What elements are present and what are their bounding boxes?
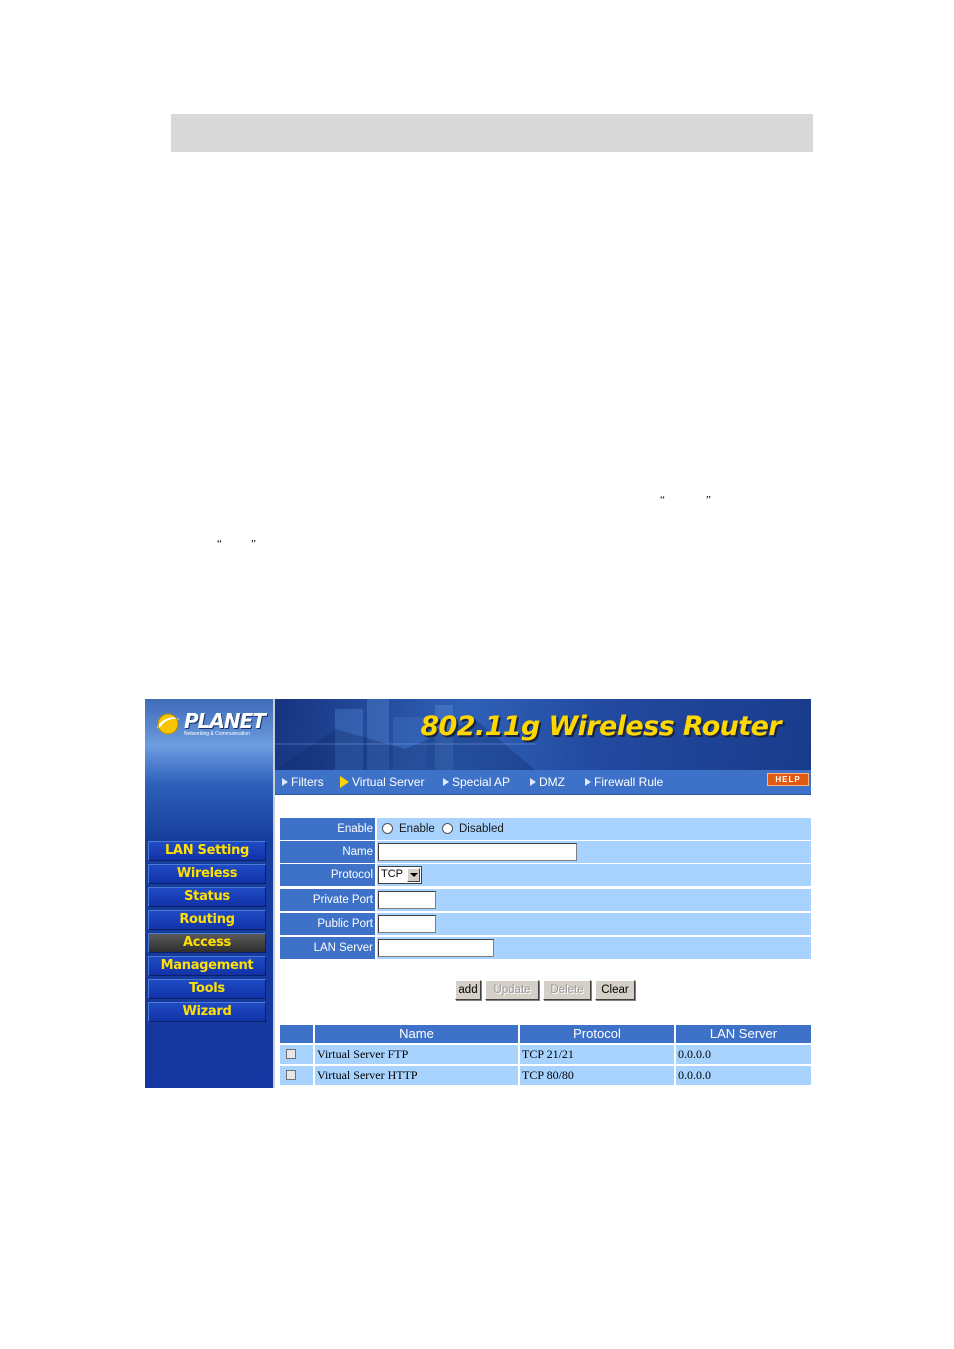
tab-label: Firewall Rule (594, 775, 664, 789)
column-header-protocol: Protocol (520, 1025, 674, 1043)
sidebar-item-lan-setting[interactable]: LAN Setting (148, 841, 266, 861)
sidebar-item-wireless[interactable]: Wireless (148, 864, 266, 884)
open-quote: “ (660, 494, 665, 506)
protocol-select[interactable]: TCP (378, 866, 422, 884)
checkbox-column-header (280, 1025, 313, 1043)
sidebar-item-label: Wireless (176, 866, 238, 881)
tab-dmz[interactable]: DMZ (530, 770, 565, 794)
disabled-radio[interactable] (442, 823, 453, 834)
sidebar-item-routing[interactable]: Routing (148, 910, 266, 930)
cell-lan-server: 0.0.0.0 (676, 1045, 811, 1064)
arrow-right-icon (282, 778, 288, 786)
router-web-ui: PLANET Networking & Communication LAN Se… (145, 699, 811, 1088)
private-port-input[interactable] (378, 891, 436, 909)
sidebar-item-label: Access (183, 935, 231, 950)
sidebar-item-label: LAN Setting (164, 843, 250, 858)
column-header-lan-server: LAN Server (676, 1025, 811, 1043)
sidebar-item-access[interactable]: Access (148, 933, 266, 953)
tab-label: Virtual Server (352, 775, 425, 789)
tab-label: Special AP (452, 775, 511, 789)
lan-server-input[interactable] (378, 939, 494, 957)
product-title: 802.11g Wireless Router (420, 711, 781, 742)
update-button[interactable]: Update (485, 980, 539, 1000)
tab-virtual-server[interactable]: Virtual Server (340, 770, 424, 794)
name-row: Name (280, 841, 811, 863)
enable-radio[interactable] (382, 823, 393, 834)
protocol-selected-value: TCP (381, 868, 403, 880)
public-port-input[interactable] (378, 915, 436, 933)
cell-name: Virtual Server FTP (315, 1045, 518, 1064)
private-port-label: Private Port (280, 889, 375, 911)
enable-row: Enable Enable Disabled (280, 818, 811, 840)
tab-special-ap[interactable]: Special AP (443, 770, 510, 794)
clear-button[interactable]: Clear (595, 980, 635, 1000)
public-port-row: Public Port (280, 913, 811, 935)
sidebar-item-tools[interactable]: Tools (148, 979, 266, 999)
sidebar-item-label: Status (184, 889, 230, 904)
sidebar: PLANET Networking & Communication LAN Se… (145, 699, 273, 1088)
lan-server-label: LAN Server (280, 937, 375, 959)
chevron-down-icon (407, 868, 420, 882)
add-button[interactable]: add (455, 980, 481, 1000)
public-port-label: Public Port (280, 913, 375, 935)
row-checkbox[interactable] (286, 1049, 296, 1059)
cell-name: Virtual Server HTTP (315, 1066, 518, 1085)
arrow-right-icon (585, 778, 591, 786)
name-label: Name (280, 841, 375, 863)
sidebar-item-management[interactable]: Management (148, 956, 266, 976)
enable-option-label: Enable (399, 823, 435, 835)
arrow-right-icon (530, 778, 536, 786)
document-header-bar (171, 114, 813, 152)
lan-server-row: LAN Server (280, 937, 811, 959)
enable-label: Enable (280, 818, 375, 840)
protocol-row: Protocol TCP (280, 864, 811, 886)
planet-logo-icon (157, 713, 180, 735)
tab-label: Filters (291, 775, 324, 789)
row-checkbox[interactable] (286, 1070, 296, 1080)
cell-protocol: TCP 21/21 (520, 1045, 674, 1064)
sidebar-item-status[interactable]: Status (148, 887, 266, 907)
cell-lan-server: 0.0.0.0 (676, 1066, 811, 1085)
private-port-row: Private Port (280, 889, 811, 911)
tab-filters[interactable]: Filters (282, 770, 324, 794)
table-row: Virtual Server HTTP TCP 80/80 0.0.0.0 (280, 1066, 811, 1085)
name-input[interactable] (378, 843, 577, 861)
sidebar-item-label: Routing (179, 912, 235, 927)
arrow-right-icon (443, 778, 449, 786)
close-quote: ” (706, 494, 711, 506)
sidebar-item-label: Management (160, 958, 254, 973)
sidebar-item-label: Wizard (182, 1004, 232, 1019)
virtual-server-panel: Enable Enable Disabled Name Protocol TCP (275, 795, 811, 1088)
tab-bar: Filters Virtual Server Special AP DMZ Fi… (275, 770, 811, 795)
table-row: Virtual Server FTP TCP 21/21 0.0.0.0 (280, 1045, 811, 1064)
disabled-option-label: Disabled (459, 823, 504, 835)
sidebar-item-label: Tools (189, 981, 225, 996)
banner: 802.11g Wireless Router (275, 699, 811, 770)
close-quote: ” (251, 538, 256, 550)
help-button[interactable]: HELP (767, 773, 809, 786)
tab-label: DMZ (539, 775, 565, 789)
sidebar-item-wizard[interactable]: Wizard (148, 1002, 266, 1022)
arrow-right-icon (340, 776, 349, 788)
open-quote: “ (217, 538, 222, 550)
tab-firewall-rule[interactable]: Firewall Rule (585, 770, 663, 794)
logo-name: PLANET (184, 709, 266, 733)
virtual-server-table-header: Name Protocol LAN Server (280, 1025, 811, 1043)
cell-protocol: TCP 80/80 (520, 1066, 674, 1085)
protocol-label: Protocol (280, 864, 375, 886)
planet-logo: PLANET Networking & Communication (155, 709, 266, 737)
delete-button[interactable]: Delete (543, 980, 591, 1000)
column-header-name: Name (315, 1025, 518, 1043)
